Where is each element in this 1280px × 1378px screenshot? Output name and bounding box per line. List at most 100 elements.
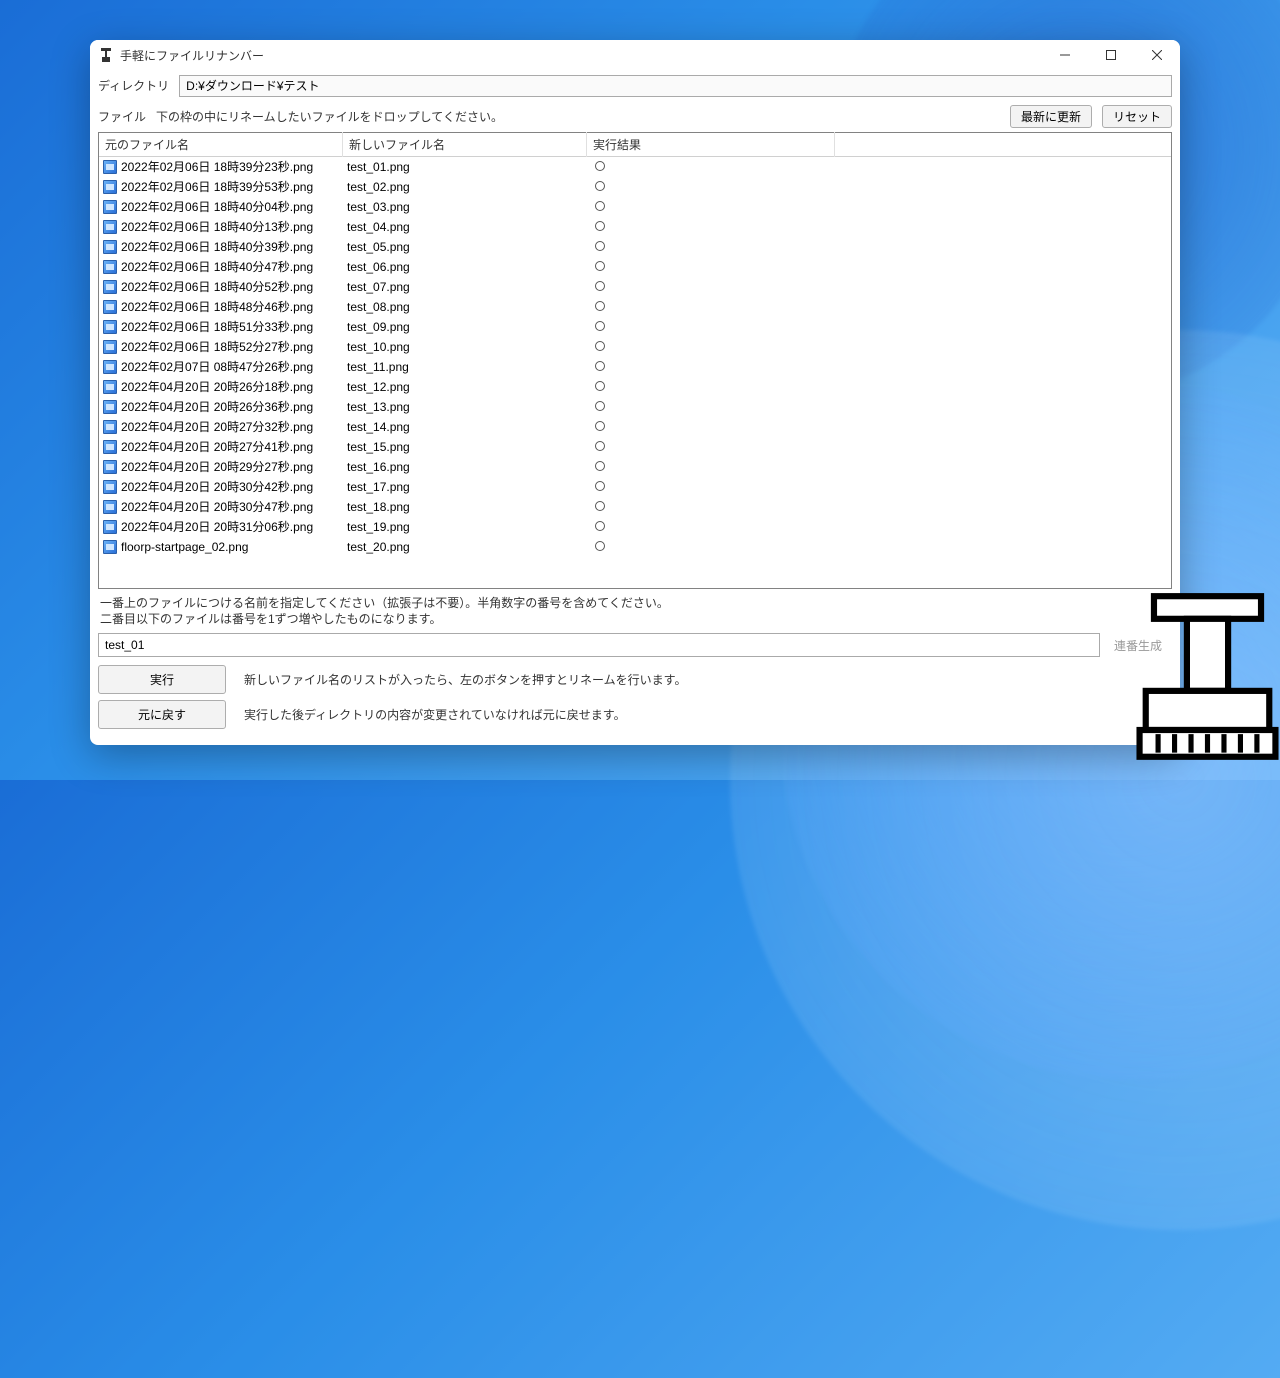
status-ok-icon	[595, 361, 605, 371]
cell-new: test_19.png	[345, 520, 589, 534]
status-ok-icon	[595, 301, 605, 311]
file-icon	[103, 520, 117, 534]
app-window: 手軽にファイルリナンバー ディレクトリ ファイル 下の枠の中にリネームしたいファ…	[90, 40, 1180, 745]
file-icon	[103, 320, 117, 334]
cell-result	[589, 480, 837, 494]
cell-original: 2022年02月07日 08時47分26秒.png	[121, 358, 345, 375]
list-body[interactable]: 2022年02月06日 18時39分23秒.pngtest_01.png2022…	[99, 157, 1171, 588]
list-header: 元のファイル名 新しいファイル名 実行結果	[99, 133, 1171, 157]
cell-original: 2022年02月06日 18時40分04秒.png	[121, 198, 345, 215]
cell-original: 2022年02月06日 18時40分13秒.png	[121, 218, 345, 235]
table-row[interactable]: 2022年02月06日 18時40分47秒.pngtest_06.png	[99, 257, 1171, 277]
minimize-button[interactable]	[1042, 40, 1088, 71]
table-row[interactable]: 2022年04月20日 20時27分32秒.pngtest_14.png	[99, 417, 1171, 437]
cell-new: test_08.png	[345, 300, 589, 314]
table-row[interactable]: 2022年04月20日 20時27分41秒.pngtest_15.png	[99, 437, 1171, 457]
directory-input[interactable]	[179, 75, 1172, 97]
cell-original: 2022年02月06日 18時40分52秒.png	[121, 278, 345, 295]
revert-desc: 実行した後ディレクトリの内容が変更されていなければ元に戻せます。	[244, 706, 626, 723]
cell-new: test_12.png	[345, 380, 589, 394]
file-icon	[103, 380, 117, 394]
cell-result	[589, 460, 837, 474]
cell-result	[589, 360, 837, 374]
col-original[interactable]: 元のファイル名	[99, 132, 343, 157]
cell-original: 2022年04月20日 20時27分41秒.png	[121, 438, 345, 455]
status-ok-icon	[595, 201, 605, 211]
cell-new: test_17.png	[345, 480, 589, 494]
help-line2: 二番目以下のファイルは番号を1ずつ増やしたものになります。	[100, 611, 1170, 627]
cell-original: 2022年04月20日 20時29分27秒.png	[121, 458, 345, 475]
cell-new: test_16.png	[345, 460, 589, 474]
status-ok-icon	[595, 541, 605, 551]
file-icon	[103, 200, 117, 214]
file-icon	[103, 220, 117, 234]
cell-original: 2022年02月06日 18時51分33秒.png	[121, 318, 345, 335]
help-text: 一番上のファイルにつける名前を指定してください（拡張子は不要）。半角数字の番号を…	[90, 589, 1180, 629]
cell-result	[589, 300, 837, 314]
execute-button[interactable]: 実行	[98, 665, 226, 694]
cell-new: test_06.png	[345, 260, 589, 274]
table-row[interactable]: 2022年04月20日 20時29分27秒.pngtest_16.png	[99, 457, 1171, 477]
status-ok-icon	[595, 161, 605, 171]
table-row[interactable]: 2022年04月20日 20時26分18秒.pngtest_12.png	[99, 377, 1171, 397]
cell-result	[589, 440, 837, 454]
col-new[interactable]: 新しいファイル名	[343, 132, 587, 157]
table-row[interactable]: floorp-startpage_02.pngtest_20.png	[99, 537, 1171, 557]
status-ok-icon	[595, 521, 605, 531]
file-drop-text: 下の枠の中にリネームしたいファイルをドロップしてください。	[156, 108, 1000, 125]
status-ok-icon	[595, 321, 605, 331]
col-result[interactable]: 実行結果	[587, 132, 835, 157]
maximize-button[interactable]	[1088, 40, 1134, 71]
cell-original: 2022年02月06日 18時52分27秒.png	[121, 338, 345, 355]
file-icon	[103, 400, 117, 414]
file-icon	[103, 240, 117, 254]
status-ok-icon	[595, 401, 605, 411]
table-row[interactable]: 2022年04月20日 20時31分06秒.pngtest_19.png	[99, 517, 1171, 537]
name-pattern-input[interactable]	[98, 633, 1100, 657]
table-row[interactable]: 2022年04月20日 20時30分42秒.pngtest_17.png	[99, 477, 1171, 497]
cell-result	[589, 260, 837, 274]
cell-original: 2022年04月20日 20時30分42秒.png	[121, 478, 345, 495]
status-ok-icon	[595, 221, 605, 231]
table-row[interactable]: 2022年02月06日 18時39分23秒.pngtest_01.png	[99, 157, 1171, 177]
cell-result	[589, 320, 837, 334]
table-row[interactable]: 2022年02月06日 18時40分04秒.pngtest_03.png	[99, 197, 1171, 217]
cell-result	[589, 380, 837, 394]
table-row[interactable]: 2022年02月07日 08時47分26秒.pngtest_11.png	[99, 357, 1171, 377]
cell-result	[589, 520, 837, 534]
table-row[interactable]: 2022年04月20日 20時26分36秒.pngtest_13.png	[99, 397, 1171, 417]
table-row[interactable]: 2022年02月06日 18時40分39秒.pngtest_05.png	[99, 237, 1171, 257]
table-row[interactable]: 2022年02月06日 18時40分13秒.pngtest_04.png	[99, 217, 1171, 237]
table-row[interactable]: 2022年02月06日 18時48分46秒.pngtest_08.png	[99, 297, 1171, 317]
close-button[interactable]	[1134, 40, 1180, 71]
table-row[interactable]: 2022年02月06日 18時51分33秒.pngtest_09.png	[99, 317, 1171, 337]
reset-button[interactable]: リセット	[1102, 105, 1172, 128]
titlebar: 手軽にファイルリナンバー	[90, 40, 1180, 71]
status-ok-icon	[595, 241, 605, 251]
status-ok-icon	[595, 181, 605, 191]
table-row[interactable]: 2022年02月06日 18時52分27秒.pngtest_10.png	[99, 337, 1171, 357]
cell-result	[589, 220, 837, 234]
status-ok-icon	[595, 481, 605, 491]
table-row[interactable]: 2022年04月20日 20時30分47秒.pngtest_18.png	[99, 497, 1171, 517]
cell-original: 2022年04月20日 20時26分18秒.png	[121, 378, 345, 395]
cell-new: test_03.png	[345, 200, 589, 214]
cell-new: test_11.png	[345, 360, 589, 374]
file-icon	[103, 440, 117, 454]
file-icon	[103, 300, 117, 314]
file-icon	[103, 540, 117, 554]
status-ok-icon	[595, 501, 605, 511]
cell-result	[589, 180, 837, 194]
revert-button[interactable]: 元に戻す	[98, 700, 226, 729]
cell-new: test_01.png	[345, 160, 589, 174]
app-icon	[98, 47, 114, 63]
status-ok-icon	[595, 261, 605, 271]
table-row[interactable]: 2022年02月06日 18時39分53秒.pngtest_02.png	[99, 177, 1171, 197]
refresh-button[interactable]: 最新に更新	[1010, 105, 1092, 128]
status-ok-icon	[595, 281, 605, 291]
table-row[interactable]: 2022年02月06日 18時40分52秒.pngtest_07.png	[99, 277, 1171, 297]
cell-new: test_02.png	[345, 180, 589, 194]
help-line1: 一番上のファイルにつける名前を指定してください（拡張子は不要）。半角数字の番号を…	[100, 595, 1170, 611]
file-list: 元のファイル名 新しいファイル名 実行結果 2022年02月06日 18時39分…	[98, 132, 1172, 589]
file-icon	[103, 460, 117, 474]
